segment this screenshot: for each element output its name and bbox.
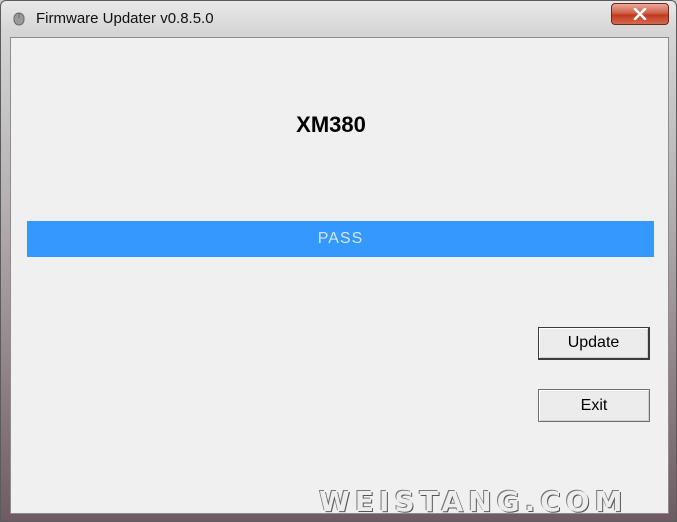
update-button[interactable]: Update <box>538 327 650 360</box>
model-name: XM380 <box>296 112 366 137</box>
progress-bar: PASS <box>27 221 654 257</box>
mouse-icon <box>13 12 25 26</box>
window-frame: Firmware Updater v0.8.5.0 XM380 PASS Upd… <box>0 0 677 522</box>
exit-button[interactable]: Exit <box>538 389 650 422</box>
watermark-logo: WEISTANG.COM <box>319 485 628 518</box>
window-title: Firmware Updater v0.8.5.0 <box>36 10 214 27</box>
progress-status-text: PASS <box>317 230 364 247</box>
close-button[interactable] <box>611 3 669 25</box>
close-icon <box>633 8 647 20</box>
client-area: XM380 PASS Update Exit <box>10 37 669 514</box>
title-bar[interactable]: Firmware Updater v0.8.5.0 <box>1 1 676 37</box>
